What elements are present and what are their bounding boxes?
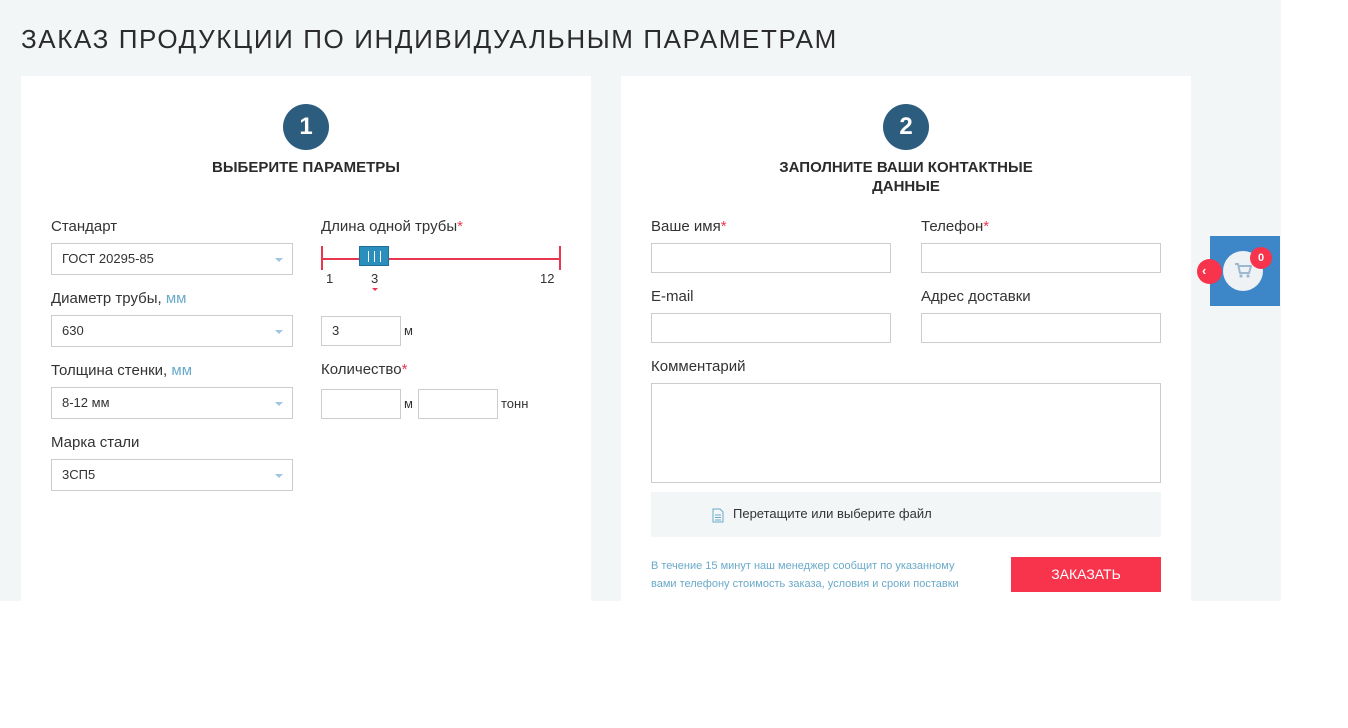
pipe-length-unit: м bbox=[404, 323, 413, 338]
order-note: В течение 15 минут наш менеджер сообщит … bbox=[651, 557, 996, 593]
parameters-panel: 1 ВЫБЕРИТЕ ПАРАМЕТРЫ Стандарт ГОСТ 20295… bbox=[21, 76, 591, 601]
name-input[interactable] bbox=[651, 243, 891, 273]
address-input[interactable] bbox=[921, 313, 1161, 343]
quantity-meters-input[interactable] bbox=[321, 389, 401, 419]
step-1-title: ВЫБЕРИТЕ ПАРАМЕТРЫ bbox=[212, 159, 400, 176]
step-2-title-line2: ДАННЫЕ bbox=[872, 178, 940, 195]
thickness-label: Толщина стенки, мм bbox=[51, 362, 192, 379]
order-note-line1: В течение 15 минут наш менеджер сообщит … bbox=[651, 560, 955, 572]
step-2-title-line1: ЗАПОЛНИТЕ ВАШИ КОНТАКТНЫЕ bbox=[779, 159, 1033, 176]
diameter-label-text: Диаметр трубы, bbox=[51, 290, 162, 307]
chevron-down-icon bbox=[275, 474, 283, 478]
slider-value-label: 3 bbox=[371, 271, 379, 286]
address-label: Адрес доставки bbox=[921, 288, 1031, 305]
quantity-meters-unit: м bbox=[404, 396, 413, 411]
file-dropzone[interactable]: Перетащите или выберите файл bbox=[651, 492, 1161, 537]
document-icon bbox=[712, 508, 724, 523]
quantity-label: Количество* bbox=[321, 361, 407, 378]
slider-max-label: 12 bbox=[540, 271, 555, 286]
page-background: ЗАКАЗ ПРОДУКЦИИ ПО ИНДИВИДУАЛЬНЫМ ПАРАМЕ… bbox=[0, 0, 1281, 601]
standard-select[interactable]: ГОСТ 20295-85 bbox=[51, 243, 293, 275]
diameter-label: Диаметр трубы, мм bbox=[51, 290, 186, 307]
quantity-tons-input[interactable] bbox=[418, 389, 498, 419]
email-input[interactable] bbox=[651, 313, 891, 343]
required-mark: * bbox=[401, 361, 408, 378]
comment-label: Комментарий bbox=[651, 358, 746, 375]
chevron-down-icon bbox=[275, 330, 283, 334]
required-mark: * bbox=[720, 218, 727, 235]
steel-grade-select[interactable]: 3СП5 bbox=[51, 459, 293, 491]
length-slider-track[interactable] bbox=[322, 258, 560, 260]
page-title: ЗАКАЗ ПРОДУКЦИИ ПО ИНДИВИДУАЛЬНЫМ ПАРАМЕ… bbox=[21, 24, 838, 54]
length-slider-max-edge bbox=[559, 246, 561, 270]
length-slider-handle[interactable] bbox=[359, 246, 389, 266]
phone-label-text: Телефон bbox=[921, 218, 984, 235]
diameter-select[interactable]: 630 bbox=[51, 315, 293, 347]
chevron-down-icon bbox=[275, 258, 283, 262]
slider-min-label: 1 bbox=[326, 271, 334, 286]
diameter-select-value: 630 bbox=[62, 323, 84, 338]
quantity-tons-unit: тонн bbox=[501, 396, 529, 411]
pipe-length-label-text: Длина одной трубы bbox=[321, 218, 458, 235]
cart-toggle-button[interactable]: ‹ bbox=[1197, 259, 1222, 284]
thickness-select[interactable]: 8-12 мм bbox=[51, 387, 293, 419]
comment-textarea[interactable] bbox=[651, 383, 1161, 483]
step-2-title: ЗАПОЛНИТЕ ВАШИ КОНТАКТНЫЕ ДАННЫЕ bbox=[756, 158, 1056, 196]
order-note-line2: вами телефону стоимость заказа, условия … bbox=[651, 578, 959, 590]
name-label-text: Ваше имя bbox=[651, 218, 721, 235]
pipe-length-input[interactable]: 3 bbox=[321, 316, 401, 346]
order-button[interactable]: ЗАКАЗАТЬ bbox=[1011, 557, 1161, 592]
dropzone-text: Перетащите или выберите файл bbox=[733, 506, 932, 521]
contacts-panel: 2 ЗАПОЛНИТЕ ВАШИ КОНТАКТНЫЕ ДАННЫЕ Ваше … bbox=[621, 76, 1191, 601]
chevron-down-icon bbox=[275, 402, 283, 406]
step-1-badge: 1 bbox=[283, 104, 329, 150]
steel-grade-select-value: 3СП5 bbox=[62, 467, 96, 482]
step-2-badge: 2 bbox=[883, 104, 929, 150]
diameter-unit: мм bbox=[165, 290, 187, 307]
thickness-label-text: Толщина стенки, bbox=[51, 362, 168, 379]
standard-label: Стандарт bbox=[51, 218, 118, 235]
name-label: Ваше имя* bbox=[651, 218, 727, 235]
steel-grade-label: Марка стали bbox=[51, 434, 140, 451]
email-label: E-mail bbox=[651, 288, 694, 305]
quantity-label-text: Количество bbox=[321, 361, 402, 378]
phone-label: Телефон* bbox=[921, 218, 989, 235]
required-mark: * bbox=[983, 218, 990, 235]
shopping-cart-icon bbox=[1235, 263, 1252, 278]
cart-count-badge: 0 bbox=[1250, 247, 1272, 269]
required-mark: * bbox=[457, 218, 463, 235]
standard-select-value: ГОСТ 20295-85 bbox=[62, 251, 154, 266]
chevron-left-icon: ‹ bbox=[1202, 263, 1207, 278]
pipe-length-label: Длина одной трубы* bbox=[321, 218, 463, 235]
thickness-select-value: 8-12 мм bbox=[62, 395, 110, 410]
slider-value-marker bbox=[372, 288, 378, 291]
thickness-unit: мм bbox=[171, 362, 193, 379]
length-slider-min-edge bbox=[321, 246, 323, 270]
phone-input[interactable] bbox=[921, 243, 1161, 273]
